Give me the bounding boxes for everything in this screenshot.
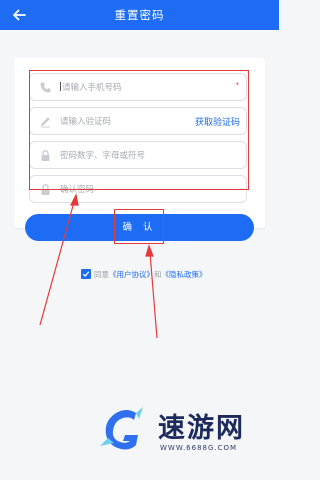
agreement-text: 同意《用户协议》和《隐私政策》 <box>94 270 207 279</box>
privacy-policy-link[interactable]: 《隐私政策》 <box>162 270 207 279</box>
annotation-box-fields <box>29 70 249 190</box>
agreement-checkbox[interactable] <box>81 269 91 279</box>
watermark: 速游网 WWW.6688G.COM <box>96 398 266 464</box>
user-agreement-link[interactable]: 《用户协议》 <box>109 270 154 279</box>
header-bar: 重置密码 <box>0 0 279 30</box>
annotation-arrowhead-right <box>145 244 154 257</box>
watermark-logo <box>100 407 143 450</box>
annotation-arrow-right <box>149 252 158 339</box>
page-title: 重置密码 <box>114 8 165 22</box>
annotation-box-button <box>114 209 164 244</box>
watermark-name: 速游网 <box>158 413 245 444</box>
check-icon <box>82 271 90 277</box>
watermark-url: WWW.6688G.COM <box>160 444 238 452</box>
